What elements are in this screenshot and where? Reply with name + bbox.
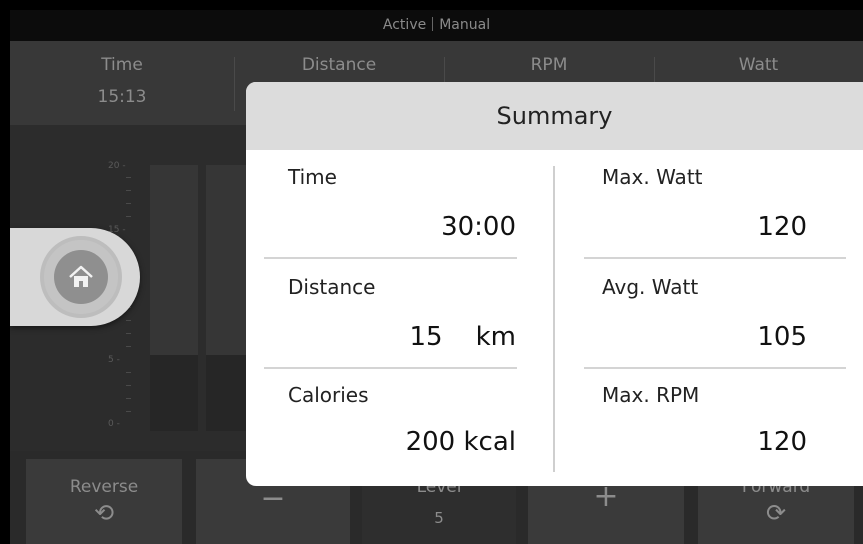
minus-icon: − bbox=[260, 481, 286, 516]
y-minor-tick bbox=[126, 346, 131, 347]
y-minor-tick bbox=[126, 411, 131, 412]
home-button[interactable] bbox=[54, 250, 108, 304]
summary-title: Summary bbox=[246, 82, 863, 150]
home-tab bbox=[10, 228, 140, 326]
status-bar: Active Manual bbox=[10, 10, 863, 41]
summary-max-watt-value: 120 bbox=[757, 212, 807, 242]
y-minor-tick bbox=[126, 385, 131, 386]
metric-watt-label: Watt bbox=[738, 55, 779, 75]
metric-rpm-label: RPM bbox=[530, 55, 568, 75]
summary-max-rpm-value: 120 bbox=[757, 427, 807, 457]
reverse-button[interactable]: Reverse ⟲ bbox=[26, 459, 182, 544]
app-screen: Active Manual Time 15:13 Distance RPM Wat… bbox=[10, 10, 863, 544]
summary-distance-label: Distance bbox=[288, 275, 376, 299]
summary-max-watt-label: Max. Watt bbox=[602, 165, 703, 189]
status-program: Manual bbox=[439, 17, 491, 33]
reverse-label: Reverse bbox=[69, 477, 139, 497]
metric-time-label: Time bbox=[101, 55, 143, 75]
summary-distance-value: 15 km bbox=[409, 322, 516, 352]
y-minor-tick bbox=[126, 398, 131, 399]
status-separator bbox=[432, 17, 434, 31]
summary-dialog: Summary Time 30:00 Distance 15 km Calori… bbox=[246, 82, 863, 486]
metric-distance-label: Distance bbox=[301, 55, 377, 75]
summary-avg-watt-label: Avg. Watt bbox=[602, 275, 699, 299]
y-tick-20: 20 - bbox=[108, 161, 126, 171]
y-minor-tick bbox=[126, 203, 131, 204]
y-minor-tick bbox=[126, 333, 131, 334]
level-value: 5 bbox=[434, 509, 444, 527]
metric-time-value: 15:13 bbox=[97, 87, 147, 107]
home-button-ring bbox=[40, 236, 122, 318]
summary-divider bbox=[584, 257, 846, 259]
summary-max-rpm-label: Max. RPM bbox=[602, 383, 700, 407]
chart-bar bbox=[150, 355, 198, 431]
metric-time: Time 15:13 bbox=[10, 41, 234, 125]
y-minor-tick bbox=[126, 190, 131, 191]
y-minor-tick bbox=[126, 177, 131, 178]
summary-divider bbox=[264, 367, 517, 369]
summary-time-value: 30:00 bbox=[441, 212, 516, 242]
y-minor-tick bbox=[126, 216, 131, 217]
y-tick-5: 5 - bbox=[108, 355, 120, 365]
rotate-right-icon: ⟳ bbox=[765, 499, 787, 527]
summary-time-label: Time bbox=[288, 165, 337, 189]
rotate-left-icon: ⟲ bbox=[93, 499, 115, 527]
summary-calories-label: Calories bbox=[288, 383, 369, 407]
y-tick-0: 0 - bbox=[108, 419, 120, 429]
status-mode: Active bbox=[382, 17, 427, 33]
summary-avg-watt-value: 105 bbox=[757, 322, 807, 352]
summary-column-divider bbox=[553, 166, 555, 472]
summary-divider bbox=[584, 367, 846, 369]
y-minor-tick bbox=[126, 372, 131, 373]
summary-divider bbox=[264, 257, 517, 259]
y-minor-tick bbox=[126, 320, 131, 321]
summary-calories-value: 200 kcal bbox=[405, 427, 516, 457]
